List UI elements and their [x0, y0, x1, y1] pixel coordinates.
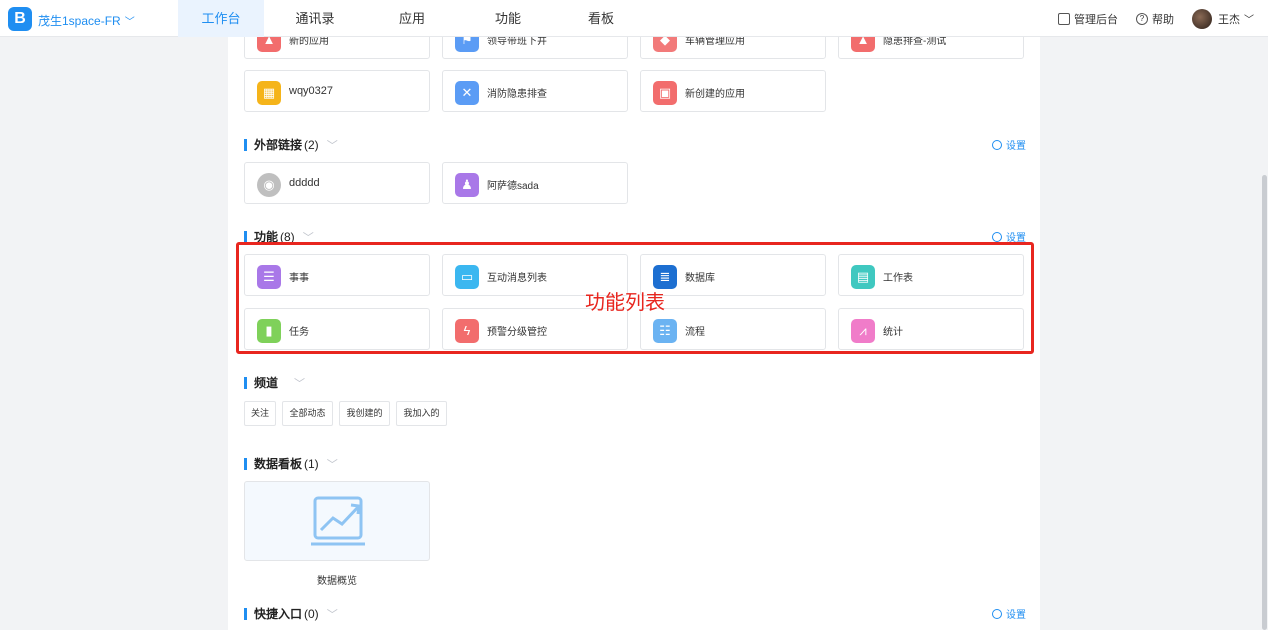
section-title-shortcuts[interactable]: 快捷入口 (0) ﹀ [244, 605, 338, 622]
grid-icon: ▦ [257, 81, 281, 105]
section-marker [244, 138, 247, 151]
org-switcher[interactable]: 茂生1space-FR ﹀ [38, 12, 135, 29]
avatar [1192, 8, 1212, 29]
gear-icon [992, 608, 1002, 619]
app-icon: ▲ [257, 37, 281, 52]
dashboard-card-overview[interactable] [244, 481, 430, 561]
channel-chip-created[interactable]: 我创建的 [339, 401, 390, 426]
admin-label: 管理后台 [1074, 13, 1118, 26]
gear-icon [992, 139, 1002, 150]
admin-button[interactable]: 管理后台 [1058, 11, 1118, 27]
main-nav: 工作台 通讯录 应用 功能 看板 [178, 0, 648, 37]
channel-chip-joined[interactable]: 我加入的 [396, 401, 447, 426]
section-marker [244, 457, 247, 470]
app-card-wqy0327[interactable]: ▦ wqy0327 [244, 70, 430, 112]
link-card-asade[interactable]: ♟ 阿萨德sada [442, 162, 628, 204]
app-label: 新创建的应用 [685, 89, 745, 100]
help-icon: ? [1136, 12, 1148, 25]
help-label: 帮助 [1152, 13, 1174, 26]
image-icon: ▣ [653, 81, 677, 105]
flag-icon: ⚑ [455, 37, 479, 52]
section-title-external-links[interactable]: 外部链接 (2) ﹀ [244, 136, 338, 153]
app-card[interactable]: ▲ 新的应用 [244, 37, 430, 59]
top-bar: B 茂生1space-FR ﹀ 工作台 通讯录 应用 功能 看板 管理后台 ? 帮助… [0, 0, 1268, 37]
app-logo-icon[interactable]: B [8, 7, 32, 31]
channel-chip-follow[interactable]: 关注 [244, 401, 276, 426]
chevron-down-icon: ﹀ [294, 377, 306, 390]
help-button[interactable]: ? 帮助 [1136, 11, 1174, 27]
org-name: 茂生1space-FR [38, 14, 121, 28]
link-label: 阿萨德sada [487, 181, 539, 192]
gear-icon [992, 231, 1002, 242]
section-label: 快捷入口 [254, 607, 303, 621]
app-label: 车辆管理应用 [685, 37, 745, 47]
app-card-new-app[interactable]: ▣ 新创建的应用 [640, 70, 826, 112]
chevron-down-icon: ﹀ [326, 139, 338, 152]
section-count: (2) [304, 137, 319, 152]
trend-chart-icon [311, 496, 365, 546]
settings-label: 设置 [1006, 141, 1026, 152]
section-marker [244, 230, 247, 243]
section-title-dashboards[interactable]: 数据看板 (1) ﹀ [244, 455, 338, 472]
app-label: 领导带班下井 [487, 37, 547, 47]
nav-tab-apps[interactable]: 应用 [366, 0, 458, 37]
section-title-channels[interactable]: 频道 ﹀ [244, 374, 305, 391]
section-label: 外部链接 [254, 138, 303, 152]
app-card[interactable]: ⚑ 领导带班下井 [442, 37, 628, 59]
section-marker [244, 607, 247, 620]
app-card[interactable]: ◆ 车辆管理应用 [640, 37, 826, 59]
dashboard-label: 数据概览 [317, 576, 357, 587]
app-label: 消防隐患排查 [487, 89, 547, 100]
app-card-fire-check[interactable]: ✕ 消防隐患排查 [442, 70, 628, 112]
channel-chip-all[interactable]: 全部动态 [282, 401, 333, 426]
app-label: 隐患排查-测试 [883, 37, 947, 47]
section-count: (1) [304, 456, 319, 471]
chevron-down-icon: ﹀ [1244, 15, 1254, 26]
user-menu[interactable]: 王杰 ﹀ [1192, 8, 1254, 29]
nav-tab-boards[interactable]: 看板 [558, 0, 644, 37]
link-avatar-icon: ◉ [257, 173, 281, 197]
app-icon: ▲ [851, 37, 875, 52]
app-label: 新的应用 [289, 37, 329, 47]
app-label: wqy0327 [289, 85, 334, 97]
monitor-icon [1058, 12, 1070, 25]
app-card[interactable]: ▲ 隐患排查-测试 [838, 37, 1024, 59]
chevron-down-icon: ﹀ [326, 608, 338, 621]
section-marker [244, 376, 247, 389]
annotation-label: 功能列表 [585, 292, 665, 314]
nav-tab-workbench[interactable]: 工作台 [178, 0, 264, 37]
tools-icon: ✕ [455, 81, 479, 105]
external-links-settings[interactable]: 设置 [992, 137, 1026, 152]
chevron-down-icon: ﹀ [326, 458, 338, 471]
header-tools: 管理后台 ? 帮助 王杰 ﹀ [1040, 0, 1254, 37]
section-count: (0) [304, 606, 319, 621]
link-label: ddddd [289, 177, 320, 189]
link-card-ddddd[interactable]: ◉ ddddd [244, 162, 430, 204]
chevron-down-icon: ﹀ [124, 17, 135, 28]
car-icon: ◆ [653, 37, 677, 52]
user-icon: ♟ [455, 173, 479, 197]
page-scrollbar[interactable] [1262, 175, 1267, 630]
nav-tab-contacts[interactable]: 通讯录 [268, 0, 362, 37]
user-name: 王杰 [1218, 13, 1240, 26]
settings-label: 设置 [1006, 610, 1026, 621]
nav-tab-features[interactable]: 功能 [462, 0, 554, 37]
section-label: 数据看板 [254, 457, 303, 471]
shortcuts-settings[interactable]: 设置 [992, 606, 1026, 621]
section-label: 频道 [254, 376, 279, 390]
